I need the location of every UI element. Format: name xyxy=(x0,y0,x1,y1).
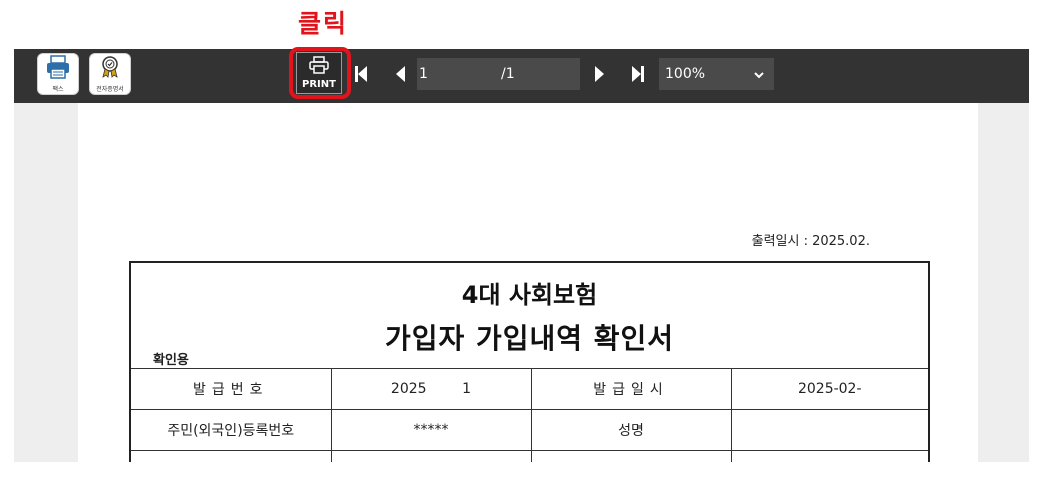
click-annotation: 클릭 xyxy=(298,9,349,38)
table-row: 주민(외국인)등록번호 ***** 성명 xyxy=(131,409,928,451)
info-table: 발급번호 2025 1 발급일시 2025-02- 주민(외국인)등록번호 **… xyxy=(131,368,928,462)
document-page: 출력일시 : 2025.02. 4대 사회보험 가입자 가입내역 확인서 확인용… xyxy=(78,103,978,462)
next-page-icon[interactable] xyxy=(594,65,605,87)
issue-number-label: 발급번호 xyxy=(131,368,332,410)
issue-date-value: 2025-02- xyxy=(731,368,928,410)
table-row xyxy=(131,450,928,462)
current-page-input[interactable]: 1 xyxy=(417,58,491,90)
chevron-down-icon xyxy=(754,58,764,90)
issue-date-label: 발급일시 xyxy=(531,368,732,410)
bottom-margin xyxy=(14,462,1029,479)
resident-number-value: ***** xyxy=(331,409,532,451)
fax-button[interactable]: 팩스 xyxy=(37,53,79,95)
print-highlight-box xyxy=(289,47,351,99)
zoom-value: 100% xyxy=(665,66,706,82)
zoom-select[interactable]: 100% xyxy=(659,58,774,90)
last-page-icon[interactable] xyxy=(631,65,645,87)
copy-type-label: 확인용 xyxy=(153,353,189,368)
certificate-form: 4대 사회보험 가입자 가입내역 확인서 확인용 발급번호 2025 1 발급일… xyxy=(129,261,930,462)
table-row: 발급번호 2025 1 발급일시 2025-02- xyxy=(131,368,928,410)
certificate-badge-icon xyxy=(97,55,123,83)
e-certificate-label: 전자증명서 xyxy=(96,86,124,93)
fax-icon xyxy=(45,55,71,83)
name-value xyxy=(731,409,928,451)
total-pages: /1 xyxy=(491,58,580,90)
previous-page-icon[interactable] xyxy=(395,65,406,87)
first-page-icon[interactable] xyxy=(354,65,368,87)
name-label: 성명 xyxy=(531,409,732,451)
document-title-line2: 가입자 가입내역 확인서 xyxy=(384,322,675,355)
printed-datetime: 출력일시 : 2025.02. xyxy=(751,234,870,249)
e-certificate-button[interactable]: 전자증명서 xyxy=(89,53,131,95)
document-title-line1: 4대 사회보험 xyxy=(461,281,598,309)
resident-number-label: 주민(외국인)등록번호 xyxy=(131,409,332,451)
issue-number-value: 2025 1 xyxy=(331,368,532,410)
document-viewer[interactable]: 출력일시 : 2025.02. 4대 사회보험 가입자 가입내역 확인서 확인용… xyxy=(14,103,1029,462)
fax-label: 팩스 xyxy=(52,86,64,93)
